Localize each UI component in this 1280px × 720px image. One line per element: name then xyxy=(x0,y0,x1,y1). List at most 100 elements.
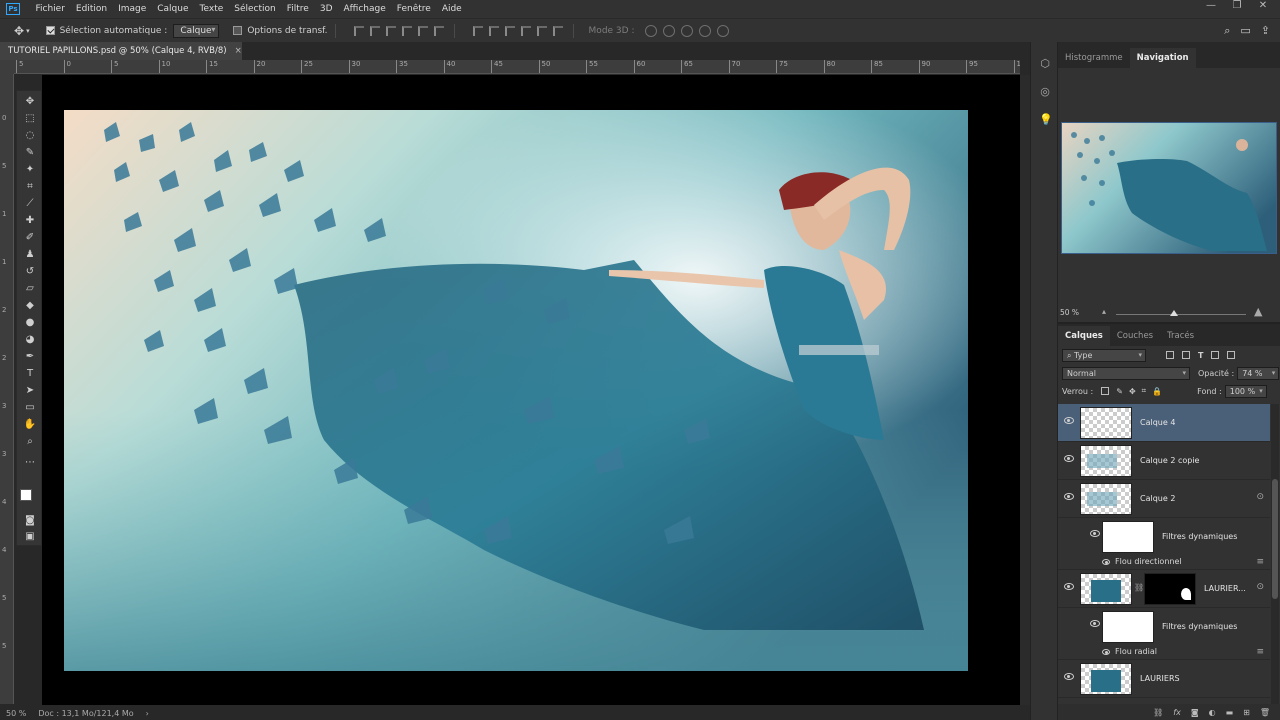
mask-link-icon[interactable]: ⛓ xyxy=(1134,583,1144,592)
menu-3d[interactable]: 3D xyxy=(314,4,338,14)
layer-row-calque-2-copie[interactable]: Calque 2 copie xyxy=(1058,442,1270,480)
tab-couches[interactable]: Couches xyxy=(1110,326,1160,346)
orbit-3d-icon[interactable] xyxy=(645,24,658,37)
menu-fichier[interactable]: Fichier xyxy=(30,4,70,14)
layers-scroll-thumb[interactable] xyxy=(1272,479,1278,599)
menu-fenetre[interactable]: Fenêtre xyxy=(391,4,436,14)
new-layer-icon[interactable]: ⊞ xyxy=(1243,708,1250,717)
distribute-bottom-icon[interactable] xyxy=(504,25,515,36)
pen-tool-icon[interactable]: ✒ xyxy=(23,351,37,363)
history-brush-tool-icon[interactable]: ↺ xyxy=(23,266,37,278)
path-select-tool-icon[interactable]: ➤ xyxy=(23,385,37,397)
more-tools-icon[interactable]: ⋯ xyxy=(23,457,37,469)
foreground-color-swatch[interactable] xyxy=(20,489,32,501)
filter-adjust-icon[interactable] xyxy=(1182,351,1190,359)
align-right-icon[interactable] xyxy=(433,25,444,36)
visibility-eye-icon[interactable] xyxy=(1090,620,1100,627)
visibility-eye-icon[interactable] xyxy=(1064,455,1074,462)
trash-icon[interactable]: 🗑 xyxy=(1260,708,1270,717)
blend-mode-dropdown[interactable]: Normal xyxy=(1062,366,1190,380)
lasso-tool-icon[interactable]: ◌ xyxy=(23,130,37,142)
visibility-eye-icon[interactable] xyxy=(1064,417,1074,424)
menu-edition[interactable]: Edition xyxy=(70,4,112,14)
minimize-icon[interactable]: — xyxy=(1198,0,1224,11)
move-tool-icon[interactable]: ✥ xyxy=(23,96,37,108)
visibility-eye-icon[interactable] xyxy=(1102,559,1110,565)
filter-pixel-icon[interactable] xyxy=(1166,351,1174,359)
auto-select-dropdown[interactable]: Calque xyxy=(173,23,220,38)
zoom-tool-icon[interactable]: ⌕ xyxy=(23,436,37,448)
smart-filter-badge-icon[interactable]: ⊙ xyxy=(1256,582,1264,592)
menu-affichage[interactable]: Affichage xyxy=(338,4,391,14)
navigator-zoom-value[interactable]: 50 % xyxy=(1060,308,1079,317)
lock-move-icon[interactable]: ✥ xyxy=(1129,387,1136,396)
lock-artboard-icon[interactable]: ⌗ xyxy=(1142,386,1147,396)
layer-filter-dropdown[interactable]: ⌕ Type xyxy=(1062,348,1146,362)
photoshop-logo-icon[interactable]: Ps xyxy=(6,3,20,15)
adjustments-panel-icon[interactable]: ◎ xyxy=(1039,86,1051,98)
layer-row-calque-4[interactable]: Calque 4 xyxy=(1058,404,1270,442)
stamp-tool-icon[interactable]: ♟ xyxy=(23,249,37,261)
filter-options-icon[interactable]: ≡ xyxy=(1256,647,1264,657)
document-canvas[interactable] xyxy=(64,110,968,671)
distribute-top-icon[interactable] xyxy=(472,25,483,36)
dodge-tool-icon[interactable]: ◕ xyxy=(23,334,37,346)
zoom-in-icon[interactable]: ▲ xyxy=(1254,305,1262,318)
menu-texte[interactable]: Texte xyxy=(194,4,229,14)
distribute-hcenter-icon[interactable] xyxy=(536,25,547,36)
tab-histogramme[interactable]: Histogramme xyxy=(1058,48,1130,68)
filter-shape-icon[interactable] xyxy=(1211,351,1220,359)
distribute-right-icon[interactable] xyxy=(552,25,563,36)
close-tab-icon[interactable]: × xyxy=(235,46,242,56)
canvas-scrollbar[interactable] xyxy=(1020,75,1030,705)
blur-tool-icon[interactable]: ● xyxy=(23,317,37,329)
distribute-vcenter-icon[interactable] xyxy=(488,25,499,36)
navigator-zoom-knob[interactable] xyxy=(1170,310,1178,316)
tab-calques[interactable]: Calques xyxy=(1058,326,1110,346)
smart-filter-badge-icon[interactable]: ⊙ xyxy=(1256,492,1264,502)
layer-row-lauriers[interactable]: LAURIERS xyxy=(1058,660,1270,698)
opacity-input[interactable]: 74 % xyxy=(1237,366,1280,380)
menu-selection[interactable]: Sélection xyxy=(229,4,281,14)
type-tool-icon[interactable]: T xyxy=(23,368,37,380)
fill-input[interactable]: 100 % xyxy=(1224,384,1267,398)
paint-bucket-tool-icon[interactable]: ◆ xyxy=(23,300,37,312)
move-tool-icon[interactable]: ✥ ▾ xyxy=(14,24,30,38)
hand-tool-icon[interactable]: ✋ xyxy=(23,419,37,431)
align-vcenter-icon[interactable] xyxy=(369,25,380,36)
lock-all-icon[interactable]: 🔒 xyxy=(1152,387,1162,396)
transform-checkbox[interactable] xyxy=(233,26,243,35)
slide-3d-icon[interactable] xyxy=(699,24,712,37)
eyedropper-tool-icon[interactable]: ⟋ xyxy=(23,198,37,210)
auto-select-checkbox[interactable] xyxy=(45,26,55,35)
search-icon[interactable]: ⌕ xyxy=(1224,24,1230,38)
document-tab[interactable]: TUTORIEL PAPILLONS.psd @ 50% (Calque 4, … xyxy=(0,42,242,60)
visibility-eye-icon[interactable] xyxy=(1102,649,1110,655)
distribute-left-icon[interactable] xyxy=(520,25,531,36)
fx-icon[interactable]: fx xyxy=(1173,708,1181,717)
filter-type-icon[interactable]: T xyxy=(1198,351,1203,360)
spot-heal-tool-icon[interactable]: ✚ xyxy=(23,215,37,227)
ruler-corner[interactable] xyxy=(0,60,14,74)
navigator-thumbnail[interactable] xyxy=(1061,122,1277,254)
screen-mode-icon[interactable]: ▣ xyxy=(23,531,37,543)
share-icon[interactable]: ⇪ xyxy=(1261,24,1270,37)
align-hcenter-icon[interactable] xyxy=(417,25,428,36)
layer-row-filtres-dynamiques-2[interactable]: Filtres dynamiques Flou radial ≡ xyxy=(1058,608,1270,660)
brush-tool-icon[interactable]: ✐ xyxy=(23,232,37,244)
link-icon[interactable]: ⛓ xyxy=(1153,708,1163,717)
align-left-icon[interactable] xyxy=(401,25,412,36)
layer-row-laurier[interactable]: ⛓ LAURIER... ⊙ xyxy=(1058,570,1270,608)
filter-options-icon[interactable]: ≡ xyxy=(1256,557,1264,567)
tab-navigation[interactable]: Navigation xyxy=(1129,48,1196,68)
layer-row-calque-2[interactable]: Calque 2 ⊙ xyxy=(1058,480,1270,518)
scale-3d-icon[interactable] xyxy=(717,24,730,37)
status-arrow-icon[interactable]: › xyxy=(146,709,149,718)
folder-icon[interactable]: ▬ xyxy=(1226,708,1234,717)
visibility-eye-icon[interactable] xyxy=(1064,583,1074,590)
ruler-left[interactable]: 0 5 1 1 2 2 3 3 4 4 5 5 xyxy=(0,74,14,704)
maximize-icon[interactable]: ❐ xyxy=(1224,0,1250,11)
mask-icon[interactable]: ◙ xyxy=(1191,708,1199,717)
pasteboard[interactable] xyxy=(42,75,1020,705)
quick-select-tool-icon[interactable]: ✎ xyxy=(23,147,37,159)
